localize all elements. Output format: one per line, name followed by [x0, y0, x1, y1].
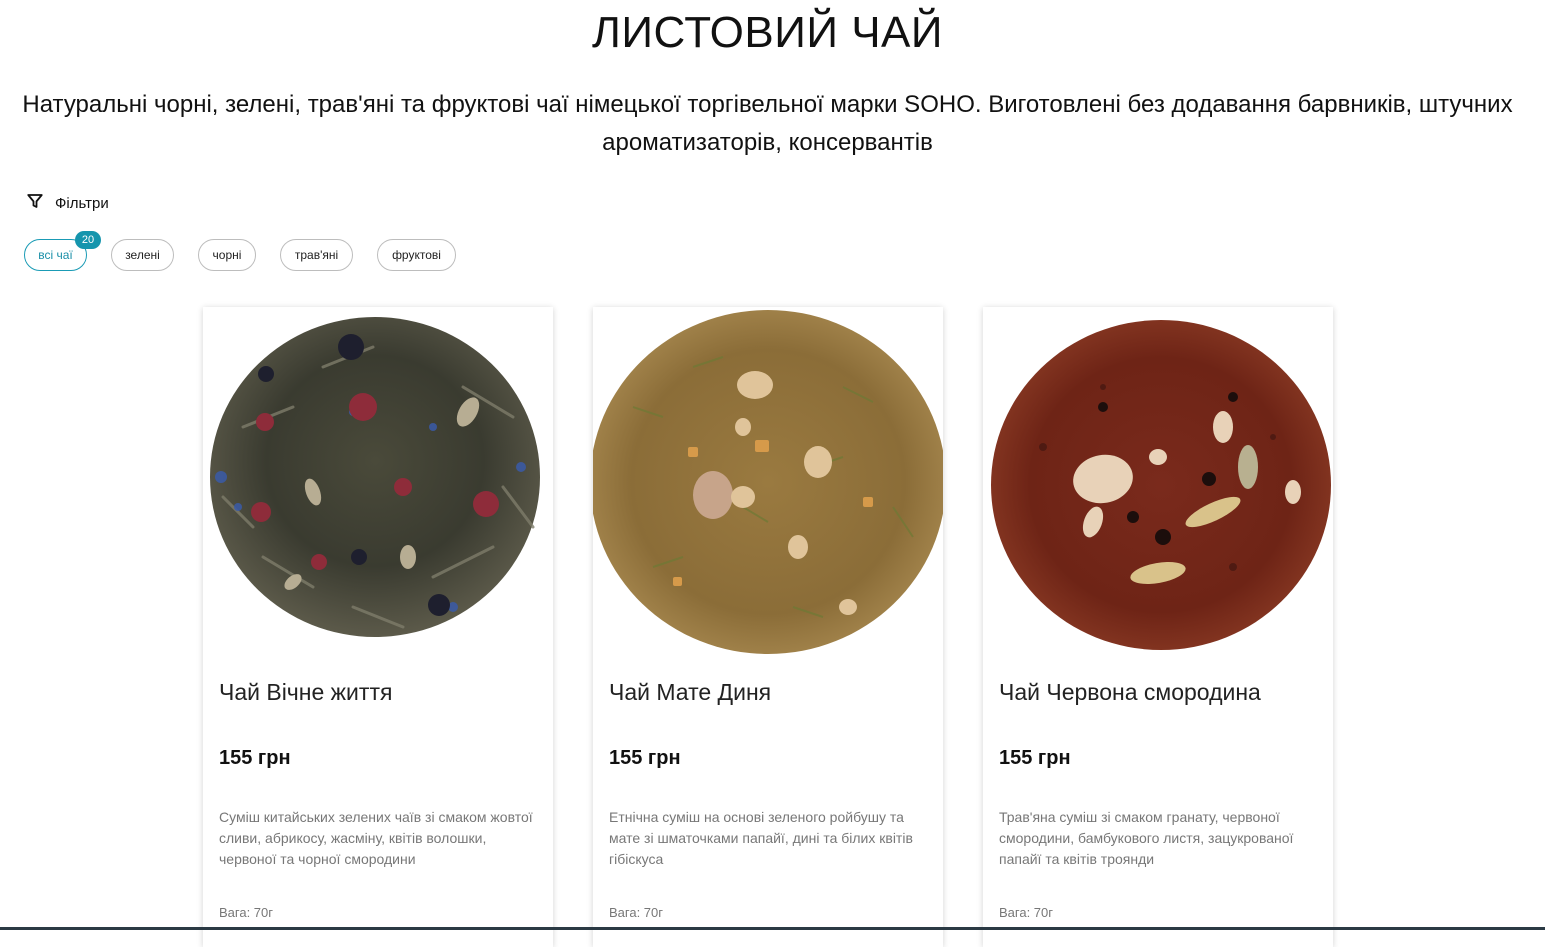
tea-leaves-image	[593, 310, 943, 654]
product-image-rooibos[interactable]	[983, 307, 1333, 657]
product-card[interactable]: Чай Вічне життя 155 грн Суміш китайських…	[203, 307, 553, 947]
filters-button[interactable]: Фільтри	[26, 192, 109, 214]
product-card[interactable]: Чай Червона смородина 155 грн Трав'яна с…	[983, 307, 1333, 947]
chip-label: всі чаї	[38, 248, 73, 262]
chip-herbal[interactable]: трав'яні	[280, 239, 353, 271]
chip-black[interactable]: чорні	[198, 239, 256, 271]
tea-leaves-image	[991, 320, 1331, 650]
product-image-green-tea[interactable]	[203, 307, 553, 657]
product-card[interactable]: Чай Мате Диня 155 грн Етнічна суміш на о…	[593, 307, 943, 947]
product-name[interactable]: Чай Мате Диня	[609, 679, 929, 706]
product-price: 155 грн	[609, 747, 681, 769]
page-title: ЛИСТОВИЙ ЧАЙ	[591, 8, 944, 57]
chip-green[interactable]: зелені	[111, 239, 174, 271]
filters-label: Фільтри	[55, 194, 109, 212]
chip-all-teas[interactable]: всі чаї 20	[24, 231, 101, 271]
product-price: 155 грн	[219, 747, 291, 769]
count-badge: 20	[75, 231, 101, 249]
product-description: Суміш китайських зелених чаїв зі смаком …	[219, 809, 533, 867]
product-image-mate[interactable]	[593, 307, 943, 657]
chip-label: чорні	[212, 248, 242, 262]
product-price: 155 грн	[999, 747, 1071, 769]
product-description: Етнічна суміш на основі зеленого ройбушу…	[609, 809, 913, 867]
chip-label: зелені	[125, 248, 160, 262]
product-name[interactable]: Чай Червона смородина	[999, 679, 1319, 706]
filter-icon	[26, 192, 44, 214]
page-subtitle: Натуральні чорні, зелені, трав'яні та фр…	[22, 91, 1513, 156]
product-weight: Вага: 70г	[609, 905, 664, 920]
product-name[interactable]: Чай Вічне життя	[219, 679, 539, 706]
product-weight: Вага: 70г	[999, 905, 1054, 920]
chip-label: трав'яні	[294, 248, 339, 262]
chip-fruit[interactable]: фруктові	[377, 239, 456, 271]
tea-leaves-image	[210, 317, 540, 637]
chip-label: фруктові	[392, 248, 441, 262]
product-weight: Вага: 70г	[219, 905, 274, 920]
product-description: Трав'яна суміш зі смаком гранату, червон…	[999, 809, 1294, 867]
